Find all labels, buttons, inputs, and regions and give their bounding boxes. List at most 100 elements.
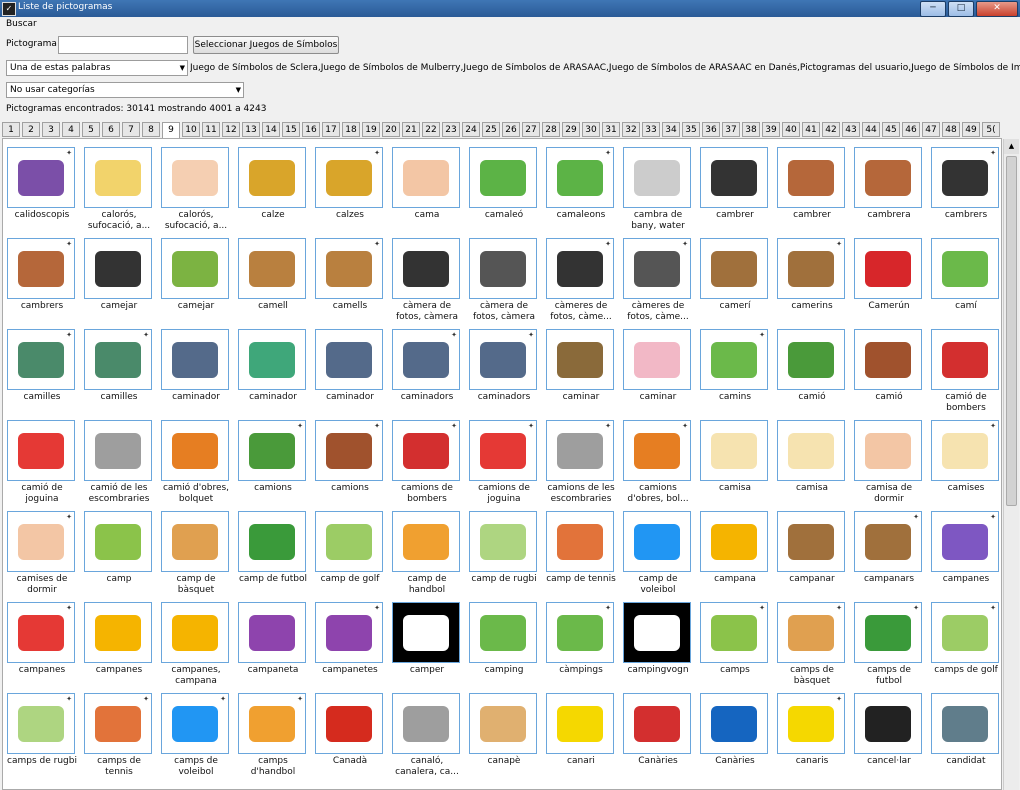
pictogram-thumbnail[interactable]: ✦ (469, 420, 537, 481)
menu-search[interactable]: Buscar (6, 19, 37, 29)
pictogram-thumbnail[interactable] (469, 511, 537, 572)
pictogram-thumbnail[interactable] (700, 511, 768, 572)
pictogram-thumbnail[interactable]: ✦ (315, 238, 383, 299)
pictogram-thumbnail[interactable] (161, 511, 229, 572)
pictogram-item[interactable]: cama (392, 147, 462, 236)
pictogram-item[interactable]: ✦ camps (700, 602, 770, 691)
pictogram-thumbnail[interactable]: ✦ (7, 511, 75, 572)
pictogram-item[interactable]: ✦ canaris (777, 693, 847, 782)
page-tab[interactable]: 1 (2, 122, 20, 137)
pictogram-thumbnail[interactable] (315, 329, 383, 390)
pictogram-item[interactable]: camejar (84, 238, 154, 327)
pictogram-item[interactable]: camaleó (469, 147, 539, 236)
pictogram-item[interactable]: camisa (777, 420, 847, 509)
page-tab[interactable]: 14 (262, 122, 280, 137)
page-tab[interactable]: 20 (382, 122, 400, 137)
page-tab[interactable]: 5( (982, 122, 1000, 137)
pictogram-item[interactable]: caminador (238, 329, 308, 418)
pictogram-thumbnail[interactable] (238, 147, 306, 208)
pictogram-thumbnail[interactable]: ✦ (7, 238, 75, 299)
pictogram-thumbnail[interactable] (777, 329, 845, 390)
pictogram-item[interactable]: ✦ campanes (7, 602, 77, 691)
pictogram-item[interactable]: camejar (161, 238, 231, 327)
pictogram-item[interactable]: camerí (700, 238, 770, 327)
pictogram-thumbnail[interactable] (777, 147, 845, 208)
pictogram-thumbnail[interactable]: ✦ (854, 511, 922, 572)
pictogram-thumbnail[interactable]: ✦ (315, 147, 383, 208)
page-tab[interactable]: 18 (342, 122, 360, 137)
pictogram-thumbnail[interactable]: ✦ (546, 147, 614, 208)
pictogram-item[interactable]: camí (931, 238, 1001, 327)
pictogram-thumbnail[interactable]: ✦ (7, 693, 75, 754)
pictogram-item[interactable]: camp de tennis (546, 511, 616, 600)
pictogram-thumbnail[interactable]: ✦ (161, 693, 229, 754)
pictogram-item[interactable]: camió de bombers (931, 329, 1001, 418)
pictogram-item[interactable]: camió (854, 329, 924, 418)
pictogram-item[interactable]: camp (84, 511, 154, 600)
pictogram-thumbnail[interactable]: ✦ (931, 420, 999, 481)
page-tab[interactable]: 46 (902, 122, 920, 137)
pictogram-thumbnail[interactable] (623, 511, 691, 572)
pictogram-item[interactable]: ✦ camps de tennis (84, 693, 154, 782)
vertical-scrollbar[interactable]: ▲ (1003, 139, 1019, 790)
page-tab[interactable]: 8 (142, 122, 160, 137)
word-mode-select[interactable]: Una de estas palabras ▼ (6, 60, 188, 76)
pictogram-thumbnail[interactable]: ✦ (238, 420, 306, 481)
page-tab[interactable]: 44 (862, 122, 880, 137)
pictogram-thumbnail[interactable]: ✦ (623, 420, 691, 481)
pictogram-thumbnail[interactable]: ✦ (84, 329, 152, 390)
pictogram-item[interactable]: ✦ camions (238, 420, 308, 509)
pictogram-item[interactable]: ✦ caminadors (392, 329, 462, 418)
minimize-button[interactable]: ─ (920, 1, 946, 17)
pictogram-item[interactable]: campaneta (238, 602, 308, 691)
pictogram-thumbnail[interactable]: ✦ (469, 329, 537, 390)
pictogram-item[interactable]: camping (469, 602, 539, 691)
pictogram-item[interactable]: ✦ càmeres de fotos, càme... (623, 238, 693, 327)
page-tab[interactable]: 28 (542, 122, 560, 137)
pictogram-thumbnail[interactable]: ✦ (392, 420, 460, 481)
pictogram-item[interactable]: caminar (546, 329, 616, 418)
pictogram-thumbnail[interactable] (623, 693, 691, 754)
page-tab[interactable]: 43 (842, 122, 860, 137)
pictogram-thumbnail[interactable] (84, 420, 152, 481)
pictogram-item[interactable]: Canàries (700, 693, 770, 782)
pictogram-item[interactable]: camper (392, 602, 462, 691)
pictogram-item[interactable]: càmera de fotos, càmera (469, 238, 539, 327)
pictogram-item[interactable]: càmera de fotos, càmera (392, 238, 462, 327)
pictogram-item[interactable]: camió de joguina (7, 420, 77, 509)
pictogram-thumbnail[interactable]: ✦ (623, 238, 691, 299)
pictogram-item[interactable]: ✦ camps de futbol (854, 602, 924, 691)
page-tab[interactable]: 24 (462, 122, 480, 137)
category-select[interactable]: No usar categorías ▼ (6, 82, 244, 98)
page-tab[interactable]: 36 (702, 122, 720, 137)
pictogram-item[interactable]: cambra de bany, water (623, 147, 693, 236)
page-tab[interactable]: 34 (662, 122, 680, 137)
pictogram-thumbnail[interactable] (469, 693, 537, 754)
pictogram-thumbnail[interactable] (469, 147, 537, 208)
pictogram-thumbnail[interactable]: ✦ (7, 329, 75, 390)
page-tab[interactable]: 11 (202, 122, 220, 137)
pictogram-thumbnail[interactable]: ✦ (315, 602, 383, 663)
pictogram-thumbnail[interactable] (238, 511, 306, 572)
page-tab[interactable]: 37 (722, 122, 740, 137)
pictogram-thumbnail[interactable] (161, 420, 229, 481)
pictogram-thumbnail[interactable] (777, 511, 845, 572)
page-tab[interactable]: 19 (362, 122, 380, 137)
pictogram-item[interactable]: cambrera (854, 147, 924, 236)
pictogram-thumbnail[interactable] (7, 420, 75, 481)
pictogram-item[interactable]: ✦ campanes (931, 511, 1001, 600)
page-tab[interactable]: 31 (602, 122, 620, 137)
pictogram-thumbnail[interactable] (469, 602, 537, 663)
pictogram-item[interactable]: camp de golf (315, 511, 385, 600)
pictogram-thumbnail[interactable]: ✦ (700, 602, 768, 663)
page-tab[interactable]: 17 (322, 122, 340, 137)
pictogram-item[interactable]: campana (700, 511, 770, 600)
page-tab[interactable]: 9 (162, 122, 180, 138)
select-symbol-sets-button[interactable]: Seleccionar Juegos de Símbolos (193, 36, 339, 54)
pictogram-thumbnail[interactable] (546, 329, 614, 390)
pictogram-thumbnail[interactable] (700, 420, 768, 481)
pictogram-item[interactable]: ✦ camilles (7, 329, 77, 418)
pictogram-thumbnail[interactable] (700, 693, 768, 754)
pictogram-item[interactable]: ✦ calzes (315, 147, 385, 236)
pictogram-item[interactable]: ✦ càmeres de fotos, càme... (546, 238, 616, 327)
